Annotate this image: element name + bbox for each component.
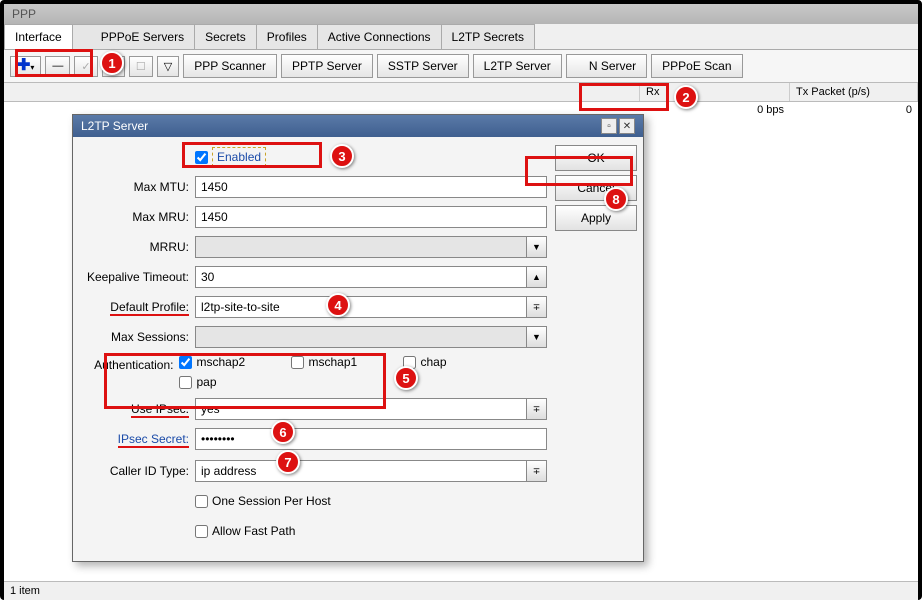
- grid-col-rx[interactable]: Rx: [640, 83, 790, 101]
- tab-active-connections[interactable]: Active Connections: [317, 24, 442, 49]
- minimize-button[interactable]: ▫: [601, 118, 617, 134]
- callout-2: 2: [674, 85, 698, 109]
- grid-cell-rx: 0 bps: [640, 102, 790, 118]
- keepalive-drop[interactable]: ▲: [527, 266, 547, 288]
- auth-group: mschap2 mschap1 chap pap: [179, 355, 547, 389]
- tab-interface[interactable]: Interface: [4, 24, 73, 49]
- tab-pppoe-servers[interactable]: PPPoE Servers: [72, 24, 195, 49]
- tab-label: Interface: [15, 30, 62, 44]
- grid-col-tx-packet[interactable]: Tx Packet (p/s): [790, 83, 918, 101]
- toolbar: ✚▾ — ✓ ✗ ☐ ▽ PPP Scanner PPTP Server SST…: [4, 50, 918, 83]
- remove-button[interactable]: —: [45, 56, 70, 76]
- enabled-label[interactable]: Enabled: [212, 147, 266, 167]
- plus-icon: ✚: [17, 57, 30, 74]
- comment-button[interactable]: ☐: [129, 56, 153, 77]
- one-session-checkbox[interactable]: [195, 495, 208, 508]
- callout-3: 3: [330, 144, 354, 168]
- auth-mschap2[interactable]: mschap2: [179, 355, 271, 369]
- tab-secrets[interactable]: Secrets: [194, 24, 257, 49]
- ipsec-secret-label[interactable]: IPsec Secret:: [79, 432, 195, 446]
- add-button[interactable]: ✚▾: [10, 56, 41, 77]
- allow-fast-label: Allow Fast Path: [212, 524, 295, 538]
- max-mtu-label: Max MTU:: [79, 180, 195, 194]
- l2tp-server-button[interactable]: L2TP Server: [473, 54, 562, 78]
- tab-label: PPPoE Servers: [101, 30, 184, 44]
- ppp-scanner-button[interactable]: PPP Scanner: [183, 54, 277, 78]
- tab-label: Profiles: [267, 30, 307, 44]
- sstp-server-button[interactable]: SSTP Server: [377, 54, 469, 78]
- caller-id-input[interactable]: [195, 460, 527, 482]
- max-mru-input[interactable]: [195, 206, 547, 228]
- keepalive-label: Keepalive Timeout:: [79, 270, 195, 284]
- tab-label: Secrets: [205, 30, 246, 44]
- tab-label: Active Connections: [328, 30, 431, 44]
- auth-label: Authentication:: [79, 355, 179, 372]
- form-column: Enabled Max MTU: Max MRU: MRRU: ▼ Keepal…: [79, 145, 547, 549]
- dialog-titlebar[interactable]: L2TP Server ▫ ✕: [73, 115, 643, 137]
- mrru-drop[interactable]: ▼: [527, 236, 547, 258]
- filter-button[interactable]: ▽: [157, 56, 179, 77]
- window-title: PPP: [4, 4, 918, 24]
- enabled-checkbox[interactable]: [195, 151, 208, 164]
- max-sessions-label: Max Sessions:: [79, 330, 195, 344]
- grid-cell-tx: 0: [790, 102, 918, 118]
- default-profile-drop[interactable]: ∓: [527, 296, 547, 318]
- enable-button[interactable]: ✓: [74, 56, 97, 77]
- max-mru-label: Max MRU:: [79, 210, 195, 224]
- use-ipsec-drop[interactable]: ∓: [527, 398, 547, 420]
- use-ipsec-label: Use IPsec:: [79, 402, 195, 416]
- max-sessions-input[interactable]: [195, 326, 527, 348]
- auth-mschap1[interactable]: mschap1: [291, 355, 383, 369]
- dialog-title-text: L2TP Server: [81, 119, 148, 133]
- tab-label: L2TP Secrets: [452, 30, 524, 44]
- caller-id-drop[interactable]: ∓: [527, 460, 547, 482]
- status-bar: 1 item: [4, 581, 918, 600]
- pptp-server-button[interactable]: PPTP Server: [281, 54, 373, 78]
- callout-4: 4: [326, 293, 350, 317]
- max-sessions-drop[interactable]: ▼: [527, 326, 547, 348]
- one-session-label: One Session Per Host: [212, 494, 331, 508]
- tab-profiles[interactable]: Profiles: [256, 24, 318, 49]
- auth-chap[interactable]: chap: [403, 355, 495, 369]
- caller-id-label: Caller ID Type:: [79, 464, 195, 478]
- grid-header: Rx Tx Packet (p/s): [4, 83, 918, 102]
- ipsec-secret-input[interactable]: [195, 428, 547, 450]
- allow-fast-checkbox[interactable]: [195, 525, 208, 538]
- mrru-input[interactable]: [195, 236, 527, 258]
- pppoe-scan-button[interactable]: PPPoE Scan: [651, 54, 742, 78]
- max-mtu-input[interactable]: [195, 176, 547, 198]
- default-profile-input[interactable]: [195, 296, 527, 318]
- tab-l2tp-secrets[interactable]: L2TP Secrets: [441, 24, 535, 49]
- auth-pap[interactable]: pap: [179, 375, 271, 389]
- callout-7: 7: [276, 450, 300, 474]
- close-button[interactable]: ✕: [619, 118, 635, 134]
- callout-5: 5: [394, 366, 418, 390]
- apply-button[interactable]: Apply: [555, 205, 637, 231]
- l2tp-server-dialog: L2TP Server ▫ ✕ Enabled Max MTU: Max MRU…: [72, 114, 644, 562]
- grid-col-spacer: [4, 83, 640, 101]
- ovpn-server-button[interactable]: N Server: [566, 54, 647, 78]
- callout-1: 1: [100, 51, 124, 75]
- funnel-icon: ▽: [164, 61, 172, 73]
- callout-8: 8: [604, 187, 628, 211]
- ok-button[interactable]: OK: [555, 145, 637, 171]
- keepalive-input[interactable]: [195, 266, 527, 288]
- mrru-label: MRRU:: [79, 240, 195, 254]
- use-ipsec-input[interactable]: [195, 398, 527, 420]
- default-profile-label: Default Profile:: [79, 300, 195, 314]
- tabs: Interface PPPoE Servers Secrets Profiles…: [4, 24, 918, 50]
- callout-6: 6: [271, 420, 295, 444]
- dropdown-icon: ▾: [30, 63, 34, 72]
